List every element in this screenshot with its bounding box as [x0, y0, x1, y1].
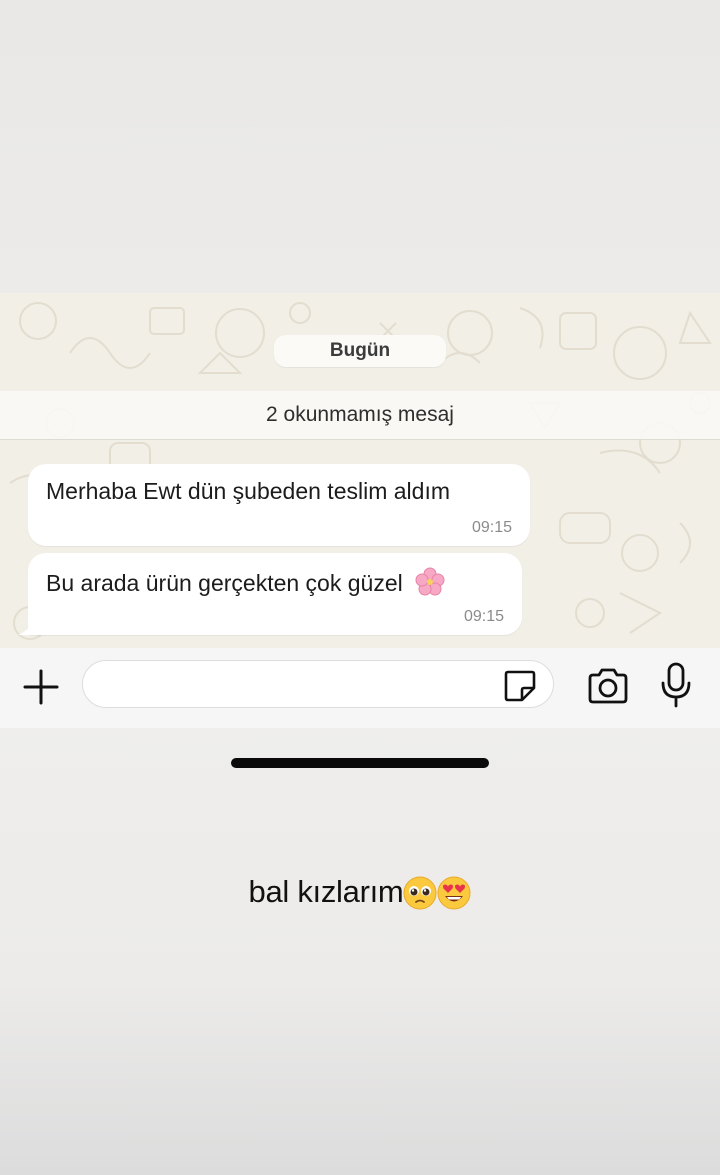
message-bubble[interactable]: Bu arada ürün gerçekten çok güzel 09:15	[18, 553, 522, 635]
unread-messages-banner: 2 okunmamış mesaj	[0, 391, 720, 440]
date-chip: Bugün	[274, 335, 446, 367]
camera-icon[interactable]	[586, 666, 630, 706]
message-time: 09:15	[471, 519, 512, 536]
plus-icon[interactable]	[22, 668, 60, 706]
microphone-icon[interactable]	[660, 662, 692, 708]
pleading-face-icon	[403, 876, 437, 910]
message-input[interactable]	[82, 660, 554, 708]
message-input-bar	[0, 648, 720, 728]
message-text: Merhaba Ewt dün şubeden teslim aldım	[46, 478, 450, 504]
sticker-icon[interactable]	[502, 668, 538, 704]
chat-area[interactable]: Bugün 2 okunmamış mesaj Merhaba Ewt dün …	[0, 293, 720, 648]
bubble-tail	[18, 621, 34, 635]
message-text-row: Bu arada ürün gerçekten çok güzel	[46, 567, 445, 597]
message-text: Bu arada ürün gerçekten çok güzel	[46, 570, 403, 596]
story-caption: bal kızlarım	[0, 874, 720, 910]
cherry-blossom-icon	[415, 567, 445, 596]
heart-eyes-face-icon	[437, 876, 471, 910]
caption-text: bal kızlarım	[248, 874, 404, 909]
message-time: 09:15	[463, 608, 504, 625]
home-indicator	[231, 758, 489, 768]
message-bubble[interactable]: Merhaba Ewt dün şubeden teslim aldım 09:…	[28, 464, 530, 546]
